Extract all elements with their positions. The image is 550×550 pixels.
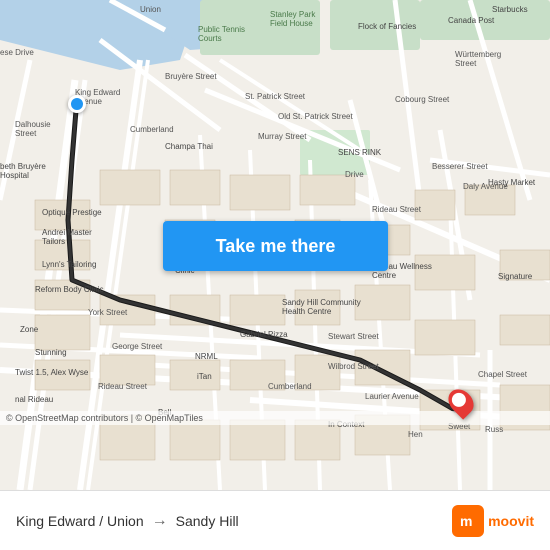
route-to: Sandy Hill — [176, 513, 239, 529]
route-arrow-icon: → — [152, 512, 168, 530]
moovit-text: moovit — [488, 513, 534, 529]
take-me-there-button[interactable]: Take me there — [163, 221, 388, 271]
route-from: King Edward / Union — [16, 513, 144, 529]
svg-text:m: m — [460, 513, 472, 529]
moovit-logo: m moovit — [452, 505, 534, 537]
bottom-bar: King Edward / Union → Sandy Hill m moovi… — [0, 490, 550, 550]
moovit-icon: m — [452, 505, 484, 537]
end-marker — [450, 388, 472, 416]
route-info: King Edward / Union → Sandy Hill — [16, 512, 239, 530]
start-marker — [68, 95, 86, 113]
map-container: Stanley ParkField House Public TennisCou… — [0, 0, 550, 490]
